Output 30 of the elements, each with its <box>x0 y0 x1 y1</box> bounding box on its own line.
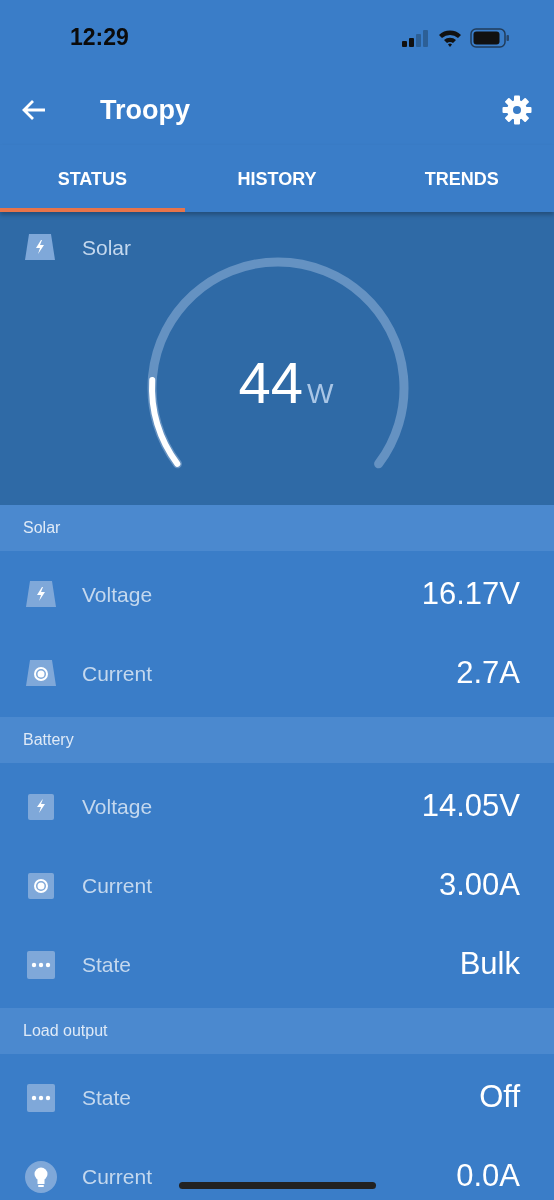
row-value: Off <box>479 1078 520 1117</box>
gauge-label: Solar <box>82 235 132 262</box>
row-label: State <box>82 1084 132 1111</box>
signal-icon <box>402 28 430 47</box>
row-label: Current <box>82 660 153 687</box>
tab[interactable]: TRENDS <box>369 145 554 212</box>
bulb-icon <box>23 1160 59 1193</box>
section-header: Load output <box>0 1008 554 1054</box>
row-label: State <box>82 951 132 978</box>
row-label: Voltage <box>82 793 153 820</box>
section-header: Battery <box>0 717 554 763</box>
section-header: Solar <box>0 505 554 551</box>
power-reading: 44 <box>238 354 304 412</box>
power-unit: W <box>307 377 334 411</box>
back-button[interactable] <box>22 99 46 121</box>
row-label: Current <box>82 1163 153 1190</box>
row-value: 2.7A <box>456 654 520 693</box>
clock-time: 12:29 <box>70 23 129 53</box>
row-value: 14.05V <box>421 787 520 826</box>
tab[interactable]: HISTORY <box>184 145 370 212</box>
screen-title: Troopy <box>100 93 190 127</box>
battery-icon <box>470 27 510 48</box>
settings-button[interactable] <box>502 95 532 125</box>
wifi-icon <box>438 28 462 47</box>
row-value: 16.17V <box>421 575 520 614</box>
row-value: 3.00A <box>439 866 520 905</box>
row-value: Bulk <box>459 945 520 984</box>
row-label: Voltage <box>82 581 153 608</box>
row-value: 0.0A <box>456 1157 520 1196</box>
row-label: Current <box>82 872 153 899</box>
